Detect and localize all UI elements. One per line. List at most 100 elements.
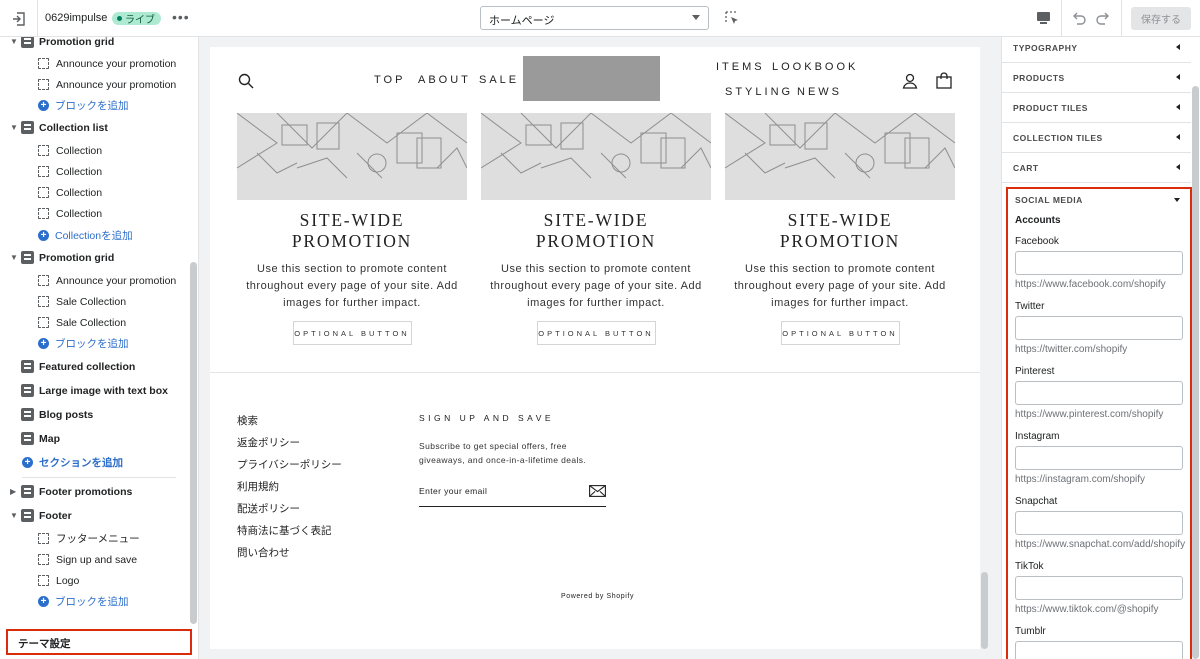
settings-accordion[interactable]: TYPOGRAPHY — [1002, 37, 1191, 63]
section-row[interactable]: ▼ Collection list — [0, 117, 108, 138]
block-row[interactable]: Collection — [0, 182, 102, 203]
nav-link-about[interactable]: ABOUT — [418, 74, 471, 86]
add-block-button[interactable]: + ブロックを追加 — [0, 95, 129, 116]
social-media-title[interactable]: SOCIAL MEDIA — [1015, 195, 1083, 205]
facebook-input[interactable] — [1015, 251, 1183, 275]
desktop-icon[interactable] — [1036, 11, 1051, 25]
section-row[interactable]: Featured collection — [0, 356, 135, 377]
section-row[interactable]: Large image with text box — [0, 380, 168, 401]
section-icon — [21, 251, 34, 264]
footer-menu-link[interactable]: 利用規約 — [237, 479, 279, 494]
search-icon[interactable] — [238, 73, 254, 89]
plus-circle-icon: + — [22, 457, 33, 468]
chevron-down-icon[interactable]: ▼ — [10, 37, 18, 46]
preview-scrollbar[interactable] — [981, 572, 988, 649]
accordion-label: PRODUCT TILES — [1013, 102, 1088, 113]
section-icon — [21, 485, 34, 498]
row-label: Collectionを追加 — [55, 230, 133, 242]
block-icon — [38, 317, 49, 328]
inspector-icon[interactable] — [724, 10, 740, 26]
chevron-left-icon — [1176, 134, 1180, 140]
block-row[interactable]: Logo — [0, 570, 79, 591]
row-label: Large image with text box — [39, 384, 168, 397]
nav-link-top[interactable]: TOP — [374, 74, 405, 86]
account-icon[interactable] — [902, 73, 918, 89]
optional-button[interactable]: OPTIONAL BUTTON — [780, 321, 900, 345]
chevron-down-icon — [692, 15, 700, 20]
signup-text: Subscribe to get special offers, free gi… — [419, 441, 587, 465]
topbar-divider — [1121, 0, 1122, 37]
add-block-button[interactable]: + Collectionを追加 — [0, 225, 133, 246]
chevron-down-icon[interactable]: ▼ — [10, 511, 18, 520]
tiktok-input[interactable] — [1015, 576, 1183, 600]
topbar-divider — [1061, 0, 1062, 37]
block-row[interactable]: Announce your promotion — [0, 270, 176, 291]
settings-scrollbar[interactable] — [1192, 86, 1199, 659]
sidebar-scrollbar[interactable] — [190, 262, 197, 624]
snapchat-input[interactable] — [1015, 511, 1183, 535]
block-icon — [38, 554, 49, 565]
section-row[interactable]: Map — [0, 428, 60, 449]
optional-button[interactable]: OPTIONAL BUTTON — [292, 321, 412, 345]
footer-menu-link[interactable]: 特商法に基づく表記 — [237, 523, 332, 538]
instagram-input[interactable] — [1015, 446, 1183, 470]
nav-link-styling[interactable]: STYLING — [725, 86, 793, 98]
page-select[interactable]: ホームページ — [480, 6, 709, 30]
block-row[interactable]: Announce your promotion — [0, 53, 176, 74]
add-section-button[interactable]: + セクションを追加 — [0, 452, 123, 473]
mail-icon[interactable] — [589, 485, 606, 497]
row-label: Sale Collection — [56, 295, 127, 308]
add-block-button[interactable]: + ブロックを追加 — [0, 333, 129, 354]
chevron-left-icon — [1176, 104, 1180, 110]
settings-accordion[interactable]: COLLECTION TILES — [1002, 123, 1191, 153]
theme-settings-button[interactable]: テーマ設定 — [6, 629, 192, 655]
chevron-down-icon[interactable] — [1174, 198, 1180, 202]
section-row[interactable]: ▼ Promotion grid — [0, 247, 114, 268]
footer-menu-link[interactable]: 配送ポリシー — [237, 501, 300, 516]
chevron-down-icon[interactable]: ▼ — [10, 123, 18, 132]
section-row[interactable]: ▶ Footer promotions — [0, 481, 132, 502]
footer-menu-link[interactable]: プライバシーポリシー — [237, 457, 342, 472]
nav-link-items[interactable]: ITEMS — [716, 61, 765, 73]
block-row[interactable]: Collection — [0, 203, 102, 224]
block-row[interactable]: Announce your promotion — [0, 74, 176, 95]
footer-menu-link[interactable]: 検索 — [237, 413, 258, 428]
tumblr-input[interactable] — [1015, 641, 1183, 659]
settings-accordion[interactable]: PRODUCT TILES — [1002, 93, 1191, 123]
block-row[interactable]: Sale Collection — [0, 312, 126, 333]
undo-icon[interactable] — [1071, 10, 1087, 26]
chevron-right-icon[interactable]: ▶ — [10, 487, 18, 496]
chevron-left-icon — [1176, 74, 1180, 80]
block-row[interactable]: Sale Collection — [0, 291, 126, 312]
redo-icon[interactable] — [1095, 10, 1111, 26]
exit-button[interactable] — [0, 0, 38, 37]
block-row[interactable]: Sign up and save — [0, 549, 137, 570]
powered-by-link[interactable]: Powered by Shopify — [561, 593, 634, 600]
footer-menu-link[interactable]: 問い合わせ — [237, 545, 290, 560]
settings-accordion[interactable]: PRODUCTS — [1002, 63, 1191, 93]
chevron-down-icon[interactable]: ▼ — [10, 253, 18, 262]
email-input[interactable]: Enter your email — [419, 480, 606, 507]
section-row[interactable]: ▼ Footer — [0, 505, 72, 526]
block-row[interactable]: Collection — [0, 140, 102, 161]
placeholder-illustration — [725, 113, 955, 179]
footer-menu-link[interactable]: 返金ポリシー — [237, 435, 300, 450]
save-button[interactable]: 保存する — [1131, 7, 1191, 30]
store-logo[interactable] — [523, 56, 660, 101]
twitter-input[interactable] — [1015, 316, 1183, 340]
section-row[interactable]: Blog posts — [0, 404, 93, 425]
row-label: フッターメニュー — [56, 533, 140, 545]
nav-link-sale[interactable]: SALE — [479, 74, 519, 86]
more-actions-icon[interactable]: ••• — [172, 9, 190, 25]
add-block-button[interactable]: + ブロックを追加 — [0, 591, 129, 612]
block-row[interactable]: Collection — [0, 161, 102, 182]
optional-button[interactable]: OPTIONAL BUTTON — [536, 321, 656, 345]
nav-link-lookbook[interactable]: LOOKBOOK — [772, 61, 858, 73]
section-row[interactable]: ▼ Promotion grid — [0, 37, 114, 52]
pinterest-input[interactable] — [1015, 381, 1183, 405]
block-row[interactable]: フッターメニュー — [0, 528, 140, 549]
field-help-text: https://www.snapchat.com/add/shopify — [1015, 539, 1186, 550]
cart-icon[interactable] — [936, 72, 952, 89]
nav-link-news[interactable]: NEWS — [797, 86, 842, 98]
settings-accordion[interactable]: CART — [1002, 153, 1191, 183]
